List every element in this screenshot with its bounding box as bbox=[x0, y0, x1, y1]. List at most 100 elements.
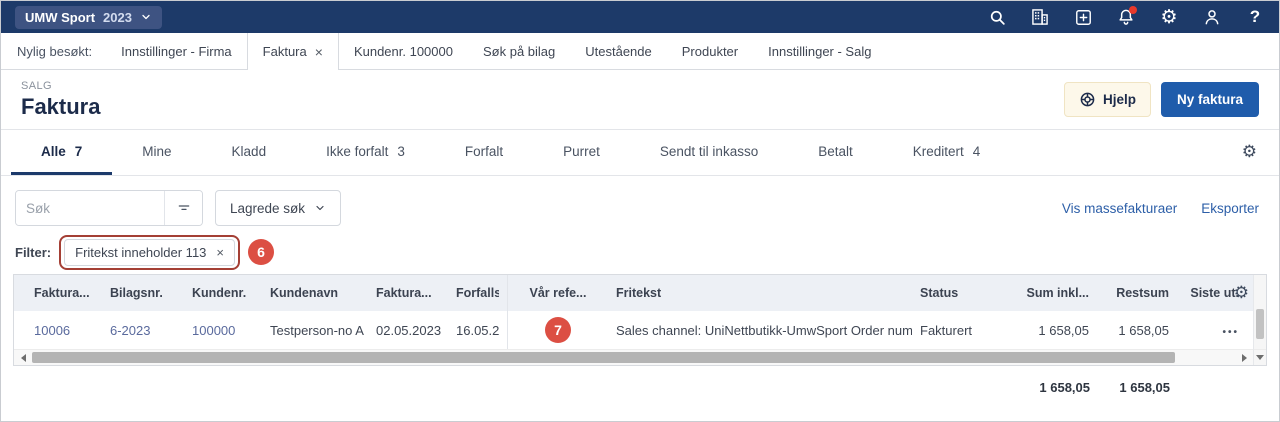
col-kundenr[interactable]: Kundenr. bbox=[184, 286, 262, 300]
col-fritekst[interactable]: Fritekst bbox=[608, 286, 912, 300]
toolbar-links: Vis massefakturaer Eksporter bbox=[1062, 201, 1259, 216]
tab-mine[interactable]: Mine bbox=[112, 130, 201, 175]
tab-sendt-til-inkasso[interactable]: Sendt til inkasso bbox=[630, 130, 788, 175]
filter-row: Filter: Fritekst inneholder 113 × 6 bbox=[15, 236, 1259, 268]
col-restsum[interactable]: Restsum bbox=[1097, 286, 1177, 300]
totals-row: 1 658,05 1 658,05 bbox=[13, 366, 1267, 395]
col-status[interactable]: Status bbox=[912, 286, 992, 300]
search-icon[interactable] bbox=[987, 7, 1007, 27]
recently-visited-label: Nylig besøkt: bbox=[1, 33, 106, 69]
tab-ikke-forfalt[interactable]: Ikke forfalt3 bbox=[296, 130, 435, 175]
show-mass-invoices-link[interactable]: Vis massefakturaer bbox=[1062, 201, 1177, 216]
col-fakturadato[interactable]: Faktura... bbox=[368, 286, 448, 300]
recent-item-innstillinger-firma[interactable]: Innstillinger - Firma bbox=[106, 33, 247, 69]
cell-bilagsnr[interactable]: 6-2023 bbox=[102, 323, 184, 338]
notification-dot bbox=[1129, 6, 1137, 14]
new-invoice-button[interactable]: Ny faktura bbox=[1161, 82, 1259, 117]
table-row[interactable]: 10006 6-2023 100000 Testperson-no A 02.0… bbox=[14, 311, 1253, 349]
cell-kundenr[interactable]: 100000 bbox=[184, 323, 262, 338]
section-label: SALG bbox=[21, 80, 100, 92]
page-titles: SALG Faktura bbox=[21, 80, 100, 120]
horizontal-scroll-thumb[interactable] bbox=[32, 352, 1175, 363]
tab-forfalt[interactable]: Forfalt bbox=[435, 130, 533, 175]
recent-tab-faktura[interactable]: Faktura × bbox=[247, 33, 339, 70]
col-var-referanse[interactable]: Vår refe... bbox=[508, 286, 608, 300]
search-input[interactable] bbox=[16, 191, 164, 225]
cell-sum-inkl: 1 658,05 bbox=[992, 323, 1097, 338]
invoice-table-main: Faktura... Bilagsnr. Kundenr. Kundenavn … bbox=[14, 275, 1253, 365]
tab-kladd[interactable]: Kladd bbox=[202, 130, 297, 175]
header-actions: Hjelp Ny faktura bbox=[1064, 82, 1259, 117]
col-sum-inkl[interactable]: Sum inkl... bbox=[992, 286, 1097, 300]
annotation-badge-7: 7 bbox=[545, 317, 571, 343]
export-link[interactable]: Eksporter bbox=[1201, 201, 1259, 216]
chevron-down-icon bbox=[140, 11, 152, 23]
invoice-table: Faktura... Bilagsnr. Kundenr. Kundenavn … bbox=[13, 274, 1267, 366]
topbar: UMW Sport 2023 ⚙︎ bbox=[1, 1, 1279, 33]
annotation-outline: Fritekst inneholder 113 × bbox=[59, 235, 240, 270]
scroll-left-arrow[interactable] bbox=[14, 350, 32, 365]
filter-label: Filter: bbox=[15, 245, 51, 260]
saved-searches-button[interactable]: Lagrede søk bbox=[215, 190, 341, 226]
tab-alle[interactable]: Alle7 bbox=[11, 130, 112, 175]
company-register-icon[interactable] bbox=[1030, 7, 1050, 27]
filter-chip-label: Fritekst inneholder 113 bbox=[75, 245, 206, 260]
vertical-scrollbar[interactable] bbox=[1253, 275, 1266, 365]
scroll-down-arrow[interactable] bbox=[1254, 349, 1266, 365]
status-tabs: Alle7 Mine Kladd Ikke forfalt3 Forfalt P… bbox=[1, 130, 1279, 176]
vertical-scroll-thumb[interactable] bbox=[1256, 309, 1264, 339]
company-selector[interactable]: UMW Sport 2023 bbox=[15, 6, 162, 29]
recent-item-utestaende[interactable]: Utestående bbox=[570, 33, 667, 69]
saved-searches-label: Lagrede søk bbox=[230, 201, 305, 216]
vertical-scroll-track[interactable] bbox=[1254, 275, 1266, 349]
tab-kreditert[interactable]: Kreditert4 bbox=[883, 130, 1011, 175]
tabs-settings-icon[interactable]: ⚙︎ bbox=[1242, 130, 1269, 175]
settings-icon[interactable]: ⚙︎ bbox=[1159, 7, 1179, 27]
list-toolbar: Lagrede søk Vis massefakturaer Eksporter bbox=[15, 190, 1259, 226]
chevron-down-icon bbox=[314, 202, 326, 214]
recent-item-kundenr[interactable]: Kundenr. 100000 bbox=[339, 33, 468, 69]
column-settings-icon[interactable]: ⚙︎ bbox=[1234, 275, 1249, 311]
user-icon[interactable] bbox=[1202, 7, 1222, 27]
close-icon[interactable]: × bbox=[315, 44, 323, 60]
company-year: 2023 bbox=[103, 10, 132, 25]
horizontal-scroll-track[interactable] bbox=[32, 350, 1235, 365]
page-title: Faktura bbox=[21, 94, 100, 120]
invoice-list-page: UMW Sport 2023 ⚙︎ bbox=[0, 0, 1280, 422]
tab-betalt[interactable]: Betalt bbox=[788, 130, 883, 175]
cell-forfallsdato: 16.05.2023 bbox=[448, 311, 508, 349]
cell-fakturanr[interactable]: 10006 bbox=[14, 323, 102, 338]
filter-icon[interactable] bbox=[164, 191, 202, 225]
remove-filter-icon[interactable]: × bbox=[216, 245, 224, 260]
col-forfallsdato[interactable]: Forfalls... bbox=[448, 275, 508, 311]
page-header: SALG Faktura Hjelp Ny faktura bbox=[1, 70, 1279, 130]
topbar-icon-group: ⚙︎ ? bbox=[987, 7, 1265, 27]
lifebuoy-icon bbox=[1079, 91, 1096, 108]
table-header-row: Faktura... Bilagsnr. Kundenr. Kundenavn … bbox=[14, 275, 1253, 311]
cell-var-referanse: 7 bbox=[508, 317, 608, 343]
cell-status: Fakturert bbox=[912, 323, 992, 338]
annotation-badge-6: 6 bbox=[248, 239, 274, 265]
company-name: UMW Sport bbox=[25, 10, 95, 25]
help-icon[interactable]: ? bbox=[1245, 7, 1265, 27]
col-fakturanr[interactable]: Faktura... bbox=[14, 286, 102, 300]
total-restsum: 1 658,05 bbox=[1098, 380, 1178, 395]
col-kundenavn[interactable]: Kundenavn bbox=[262, 286, 368, 300]
cell-fakturadato: 02.05.2023 bbox=[368, 323, 448, 338]
total-sum-inkl: 1 658,05 bbox=[993, 380, 1098, 395]
search-box bbox=[15, 190, 203, 226]
notifications-icon[interactable] bbox=[1116, 7, 1136, 27]
cell-restsum: 1 658,05 bbox=[1097, 323, 1177, 338]
scroll-right-arrow[interactable] bbox=[1235, 350, 1253, 365]
row-menu-icon[interactable]: ••• bbox=[1222, 327, 1239, 338]
filter-chip[interactable]: Fritekst inneholder 113 × bbox=[64, 239, 235, 266]
tab-purret[interactable]: Purret bbox=[533, 130, 630, 175]
add-new-icon[interactable] bbox=[1073, 7, 1093, 27]
recent-item-innstillinger-salg[interactable]: Innstillinger - Salg bbox=[753, 33, 886, 69]
horizontal-scrollbar[interactable] bbox=[14, 349, 1253, 365]
recent-item-produkter[interactable]: Produkter bbox=[667, 33, 753, 69]
recent-item-sok-pa-bilag[interactable]: Søk på bilag bbox=[468, 33, 570, 69]
col-bilagsnr[interactable]: Bilagsnr. bbox=[102, 286, 184, 300]
help-button[interactable]: Hjelp bbox=[1064, 82, 1151, 117]
recently-visited-bar: Nylig besøkt: Innstillinger - Firma Fakt… bbox=[1, 33, 1279, 70]
